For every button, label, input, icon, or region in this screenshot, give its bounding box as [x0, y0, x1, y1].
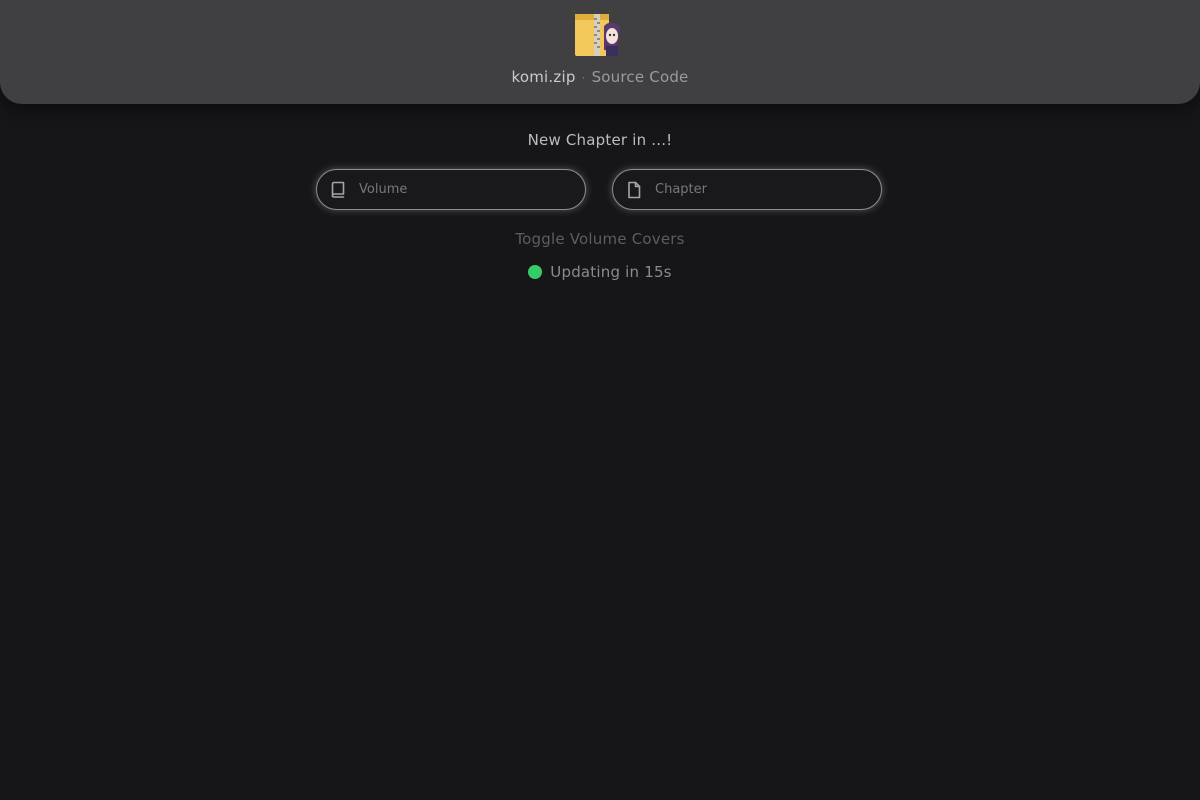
status-text: Updating in 15s — [550, 263, 672, 281]
new-chapter-headline: New Chapter in ...! — [527, 131, 673, 149]
toggle-volume-covers-button[interactable]: Toggle Volume Covers — [515, 230, 684, 248]
zip-folder-character-logo-icon[interactable] — [574, 12, 622, 58]
update-status: Updating in 15s — [0, 263, 1200, 281]
brand-link[interactable]: komi.zip — [512, 68, 576, 86]
header-links: komi.zip · Source Code — [0, 67, 1200, 88]
status-dot-icon — [528, 265, 543, 279]
header-separator: · — [581, 71, 586, 85]
volume-input[interactable] — [359, 170, 574, 209]
chapter-field[interactable] — [612, 169, 882, 210]
source-code-link[interactable]: Source Code — [592, 68, 689, 86]
chapter-input[interactable] — [655, 170, 870, 209]
book-icon — [331, 181, 345, 198]
file-icon — [628, 181, 641, 199]
toggle-volume-covers-row: Toggle Volume Covers — [0, 230, 1200, 248]
header-bar: komi.zip · Source Code — [0, 0, 1200, 104]
volume-field[interactable] — [316, 169, 586, 210]
